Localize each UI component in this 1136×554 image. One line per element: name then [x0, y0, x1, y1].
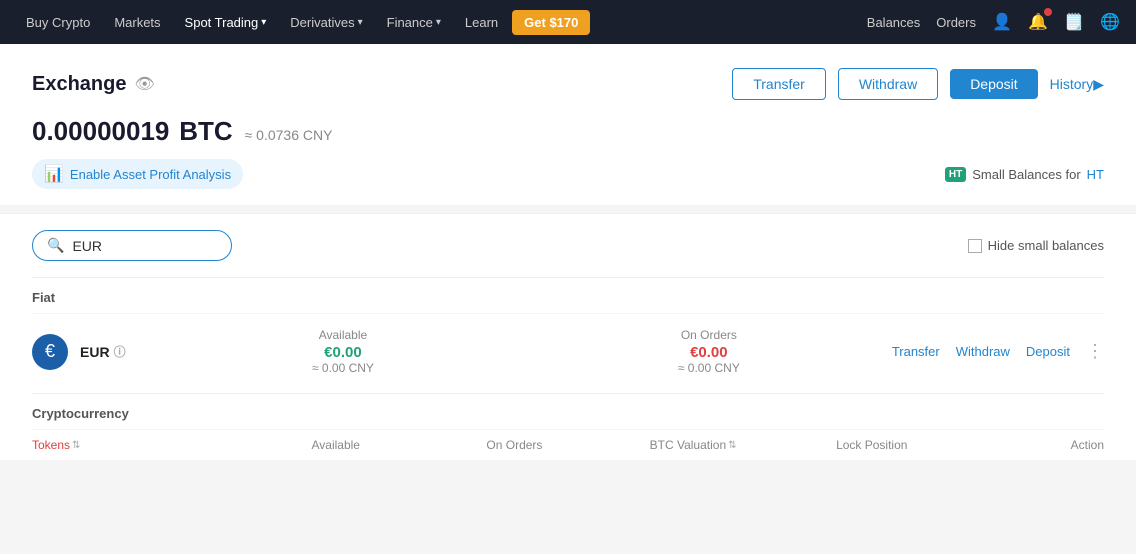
- bell-icon[interactable]: 🔔: [1028, 12, 1048, 32]
- get-button[interactable]: Get $170: [512, 10, 590, 35]
- enable-profit-label: Enable Asset Profit Analysis: [70, 167, 231, 182]
- history-arrow-icon: ▶: [1093, 76, 1104, 93]
- eur-info-icon[interactable]: ⓘ: [114, 343, 126, 360]
- withdraw-button[interactable]: Withdraw: [838, 68, 938, 100]
- ht-badge: HT: [945, 167, 966, 182]
- eur-withdraw-link[interactable]: Withdraw: [956, 344, 1010, 359]
- eur-orders-value: €0.00: [526, 344, 892, 361]
- derivatives-chevron-icon: ▾: [358, 17, 363, 28]
- eur-name-wrap: EUR ⓘ: [80, 343, 160, 360]
- col-header-available: Available: [246, 438, 425, 452]
- eur-available-sub: ≈ 0.00 CNY: [160, 361, 526, 375]
- col-header-action: Action: [961, 438, 1104, 452]
- eur-icon: €: [32, 334, 68, 370]
- eur-name: EUR ⓘ: [80, 343, 160, 360]
- chart-icon: 📊: [44, 164, 64, 184]
- nav-item-finance[interactable]: Finance ▾: [377, 0, 451, 44]
- nav-left: Buy Crypto Markets Spot Trading ▾ Deriva…: [16, 0, 867, 44]
- crypto-section: Cryptocurrency Tokens ⇅ Available On Ord…: [32, 393, 1104, 460]
- globe-icon[interactable]: 🌐: [1100, 12, 1120, 32]
- table-row: € EUR ⓘ Available €0.00 ≈ 0.00 CNY On Or…: [32, 313, 1104, 389]
- col-header-tokens: Tokens ⇅: [32, 438, 246, 452]
- visibility-icon[interactable]: 👁: [134, 74, 154, 94]
- eur-orders-sub: ≈ 0.00 CNY: [526, 361, 892, 375]
- crypto-section-label: Cryptocurrency: [32, 393, 1104, 429]
- ht-link[interactable]: HT: [1087, 167, 1104, 182]
- eur-available: Available €0.00 ≈ 0.00 CNY: [160, 328, 526, 375]
- hide-balances-checkbox[interactable]: [968, 239, 982, 253]
- balance-section: 0.00000019 BTC ≈ 0.0736 CNY: [32, 116, 1104, 147]
- navbar: Buy Crypto Markets Spot Trading ▾ Deriva…: [0, 0, 1136, 44]
- eur-actions: Transfer Withdraw Deposit ⋮: [892, 341, 1104, 362]
- history-link[interactable]: History ▶: [1050, 76, 1104, 93]
- btc-sort-icon[interactable]: ⇅: [728, 440, 736, 451]
- fiat-section-label: Fiat: [32, 277, 1104, 313]
- eur-more-icon[interactable]: ⋮: [1086, 341, 1104, 362]
- user-icon[interactable]: 👤: [992, 12, 1012, 32]
- search-icon: 🔍: [47, 237, 64, 254]
- eur-available-value: €0.00: [160, 344, 526, 361]
- nav-item-learn[interactable]: Learn: [455, 0, 508, 44]
- balance-cny: ≈ 0.0736 CNY: [245, 127, 333, 143]
- exchange-section: Exchange 👁 Transfer Withdraw Deposit His…: [0, 44, 1136, 205]
- spot-trading-chevron-icon: ▾: [261, 17, 266, 28]
- ht-convert-area: HT Small Balances for HT: [945, 167, 1104, 182]
- exchange-title-group: Exchange 👁: [32, 73, 155, 96]
- exchange-title: Exchange: [32, 73, 126, 96]
- deposit-button[interactable]: Deposit: [950, 69, 1037, 99]
- ht-text: Small Balances for: [972, 167, 1080, 182]
- nav-orders[interactable]: Orders: [936, 15, 976, 30]
- transfer-button[interactable]: Transfer: [732, 68, 826, 100]
- filter-area: 🔍 Hide small balances: [0, 213, 1136, 277]
- nav-item-spot-trading[interactable]: Spot Trading ▾: [175, 0, 277, 44]
- col-header-lock: Lock Position: [782, 438, 961, 452]
- eur-deposit-link[interactable]: Deposit: [1026, 344, 1070, 359]
- finance-chevron-icon: ▾: [436, 17, 441, 28]
- col-header-btc: BTC Valuation ⇅: [604, 438, 783, 452]
- enable-profit-button[interactable]: 📊 Enable Asset Profit Analysis: [32, 159, 243, 189]
- search-input[interactable]: [72, 238, 217, 254]
- exchange-header: Exchange 👁 Transfer Withdraw Deposit His…: [32, 68, 1104, 100]
- col-header-orders: On Orders: [425, 438, 604, 452]
- nav-right: Balances Orders 👤 🔔 🗒️ 🌐: [867, 12, 1120, 32]
- enable-profit-row: 📊 Enable Asset Profit Analysis HT Small …: [32, 159, 1104, 189]
- wallet-icon[interactable]: 🗒️: [1064, 12, 1084, 32]
- tokens-sort-icon[interactable]: ⇅: [72, 440, 80, 451]
- nav-item-derivatives[interactable]: Derivatives ▾: [280, 0, 372, 44]
- nav-balances[interactable]: Balances: [867, 15, 920, 30]
- hide-balances-toggle[interactable]: Hide small balances: [968, 238, 1104, 253]
- header-buttons: Transfer Withdraw Deposit History ▶: [732, 68, 1104, 100]
- search-box[interactable]: 🔍: [32, 230, 232, 261]
- hide-balances-label: Hide small balances: [988, 238, 1104, 253]
- nav-item-buy-crypto[interactable]: Buy Crypto: [16, 0, 100, 44]
- crypto-column-headers: Tokens ⇅ Available On Orders BTC Valuati…: [32, 429, 1104, 460]
- balance-amount: 0.00000019: [32, 116, 169, 146]
- table-area: Fiat € EUR ⓘ Available €0.00 ≈ 0.00 CNY …: [0, 277, 1136, 460]
- nav-item-markets[interactable]: Markets: [104, 0, 170, 44]
- eur-orders: On Orders €0.00 ≈ 0.00 CNY: [526, 328, 892, 375]
- eur-transfer-link[interactable]: Transfer: [892, 344, 940, 359]
- balance-unit: BTC: [179, 116, 232, 146]
